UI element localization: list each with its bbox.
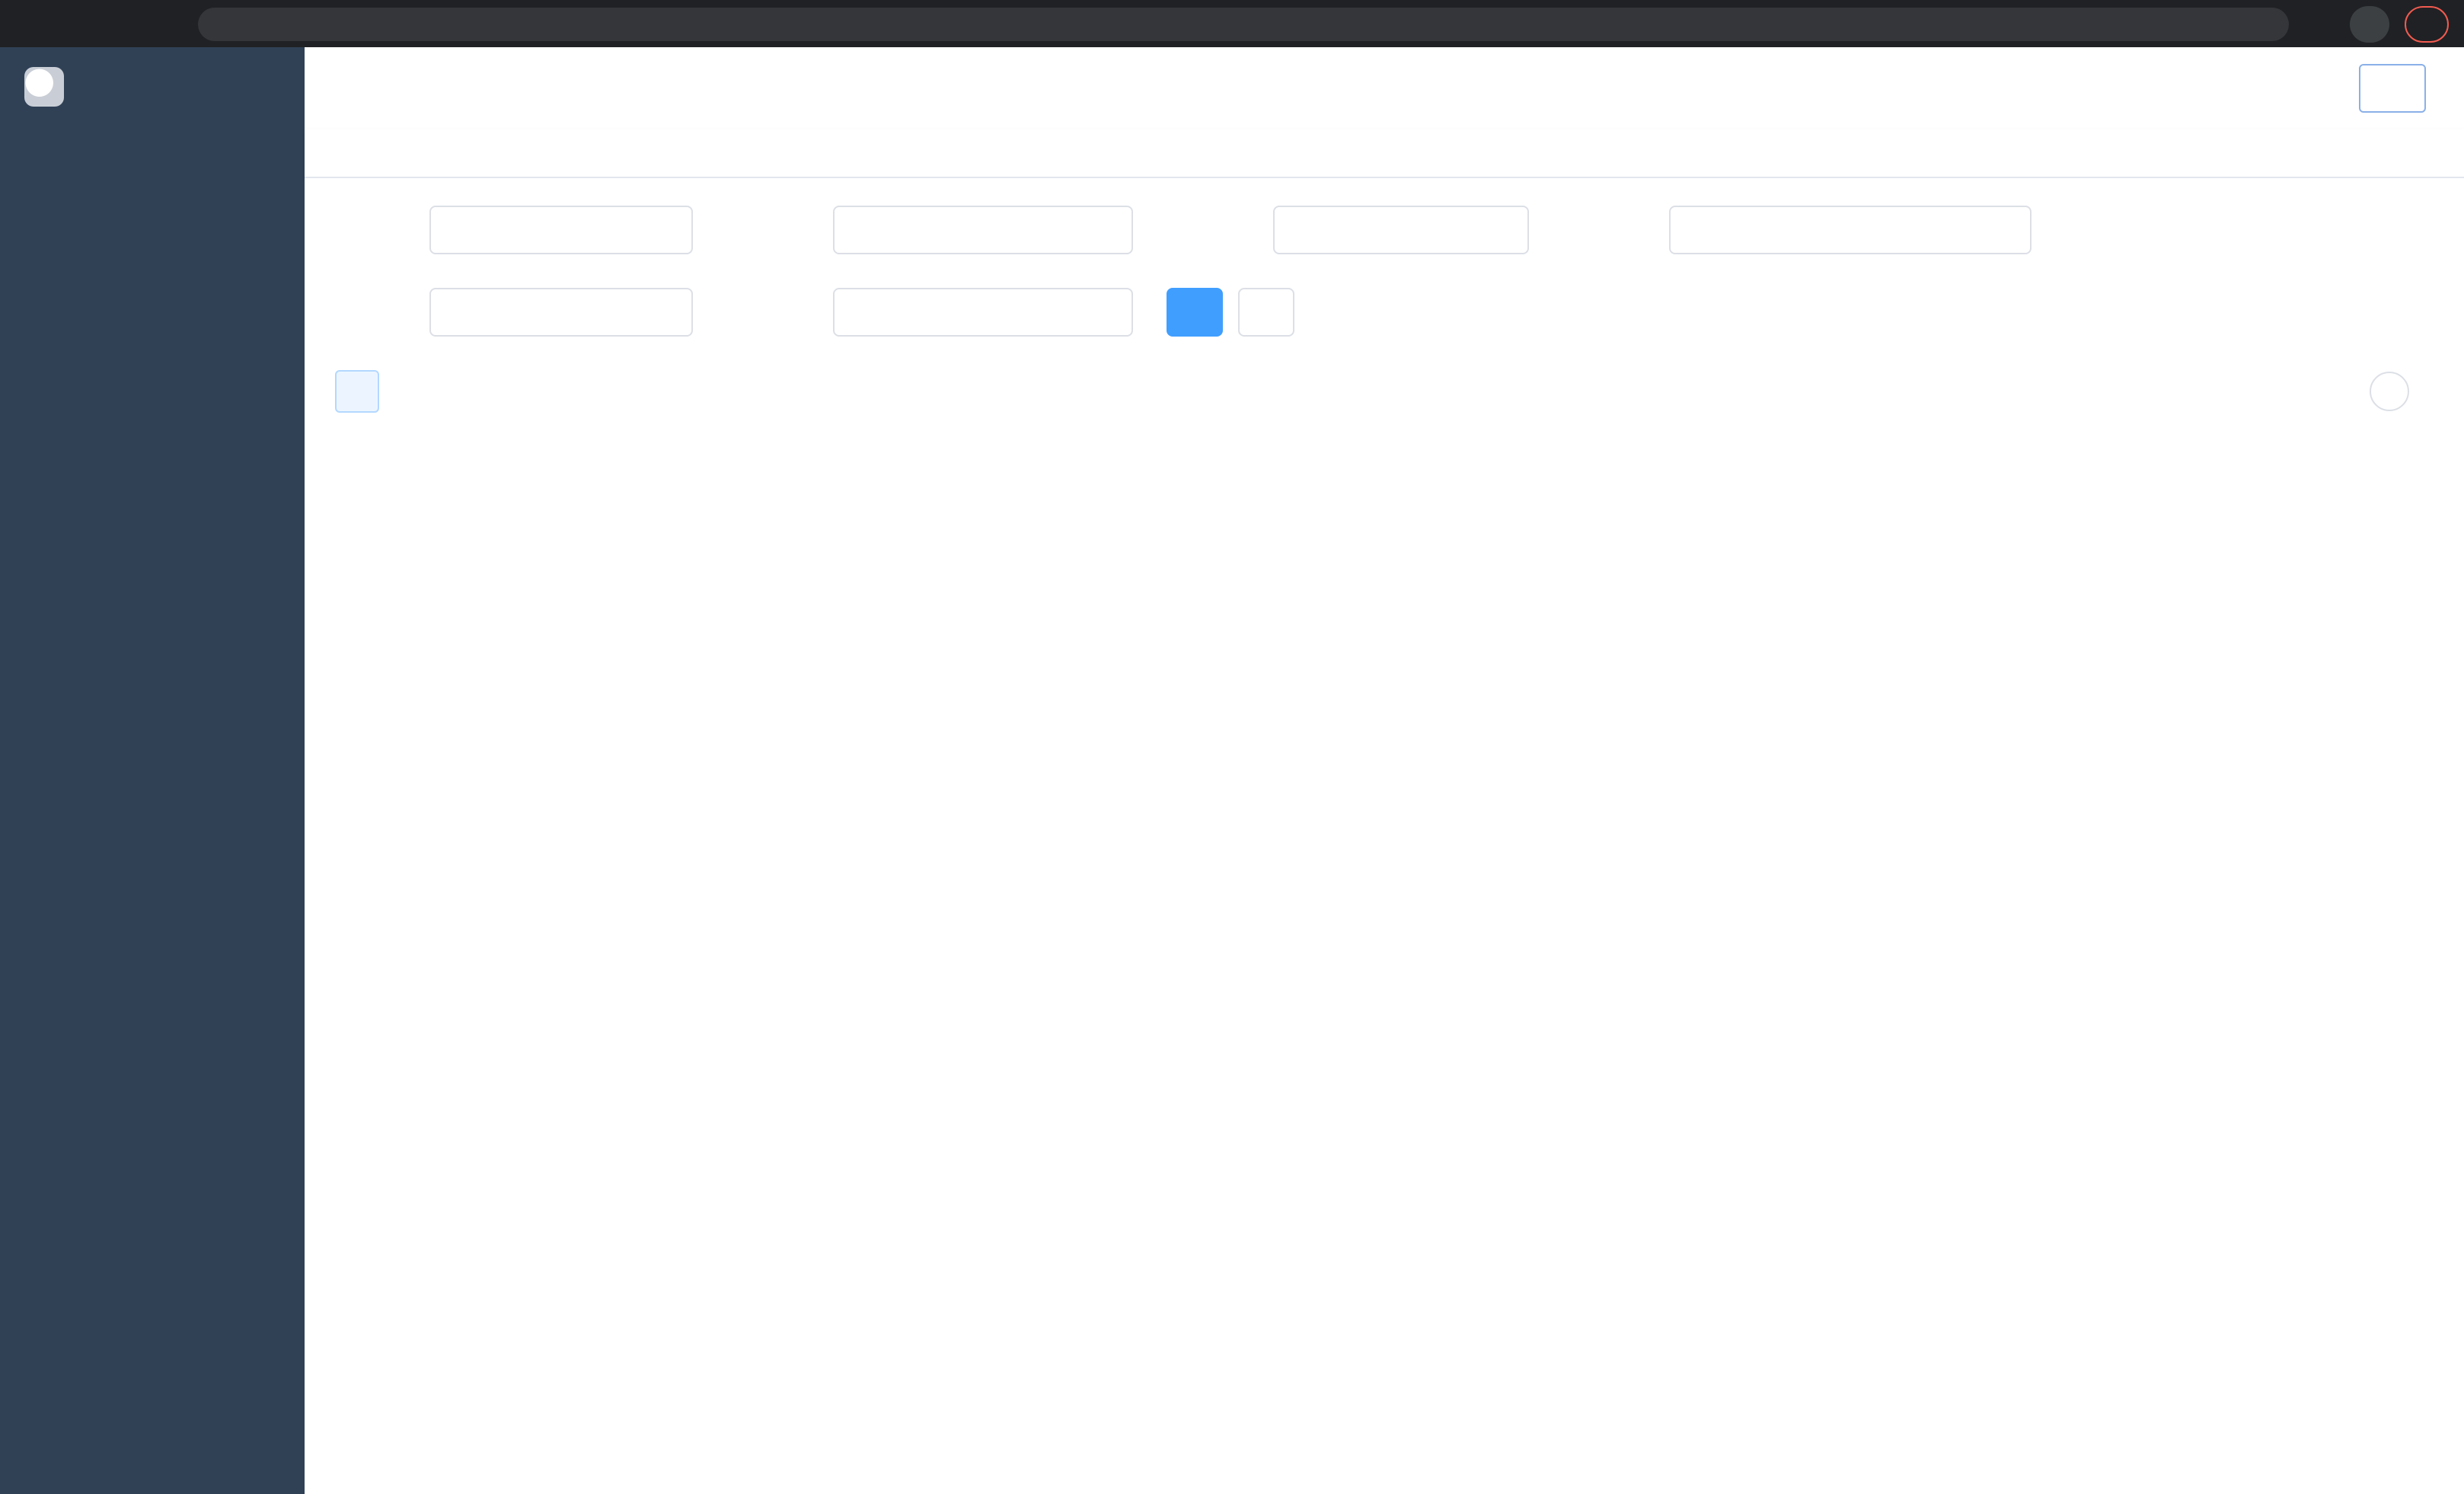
result-select[interactable] <box>833 288 1133 337</box>
category-select[interactable] <box>1273 206 1529 254</box>
process-def-input[interactable] <box>833 206 1133 254</box>
process-name-input[interactable] <box>429 206 693 254</box>
home-button-icon[interactable] <box>143 5 180 42</box>
pagination <box>335 474 2434 504</box>
avatar[interactable] <box>2359 64 2426 113</box>
top-navbar <box>305 47 2464 129</box>
forward-icon[interactable] <box>58 5 94 42</box>
reload-icon[interactable] <box>101 5 137 42</box>
status-select[interactable] <box>429 288 693 337</box>
incognito-badge <box>2350 5 2389 42</box>
reset-button[interactable] <box>1238 288 1294 337</box>
logo[interactable] <box>0 47 305 126</box>
address-bar[interactable] <box>198 7 2289 40</box>
page-content <box>305 178 2464 1494</box>
table-toolbar <box>335 370 2434 413</box>
search-button[interactable] <box>1167 288 1223 337</box>
filter-form <box>335 206 2434 337</box>
start-process-button[interactable] <box>335 370 379 413</box>
browser-toolbar <box>0 0 2464 47</box>
tabs-bar <box>305 129 2464 178</box>
sidebar <box>0 47 305 1494</box>
logo-image <box>24 67 64 107</box>
submit-time-range[interactable] <box>1669 206 2032 254</box>
back-icon[interactable] <box>15 5 52 42</box>
update-button[interactable] <box>2405 5 2449 42</box>
toggle-search-button[interactable] <box>2370 372 2409 411</box>
browser-window <box>0 0 2464 1494</box>
